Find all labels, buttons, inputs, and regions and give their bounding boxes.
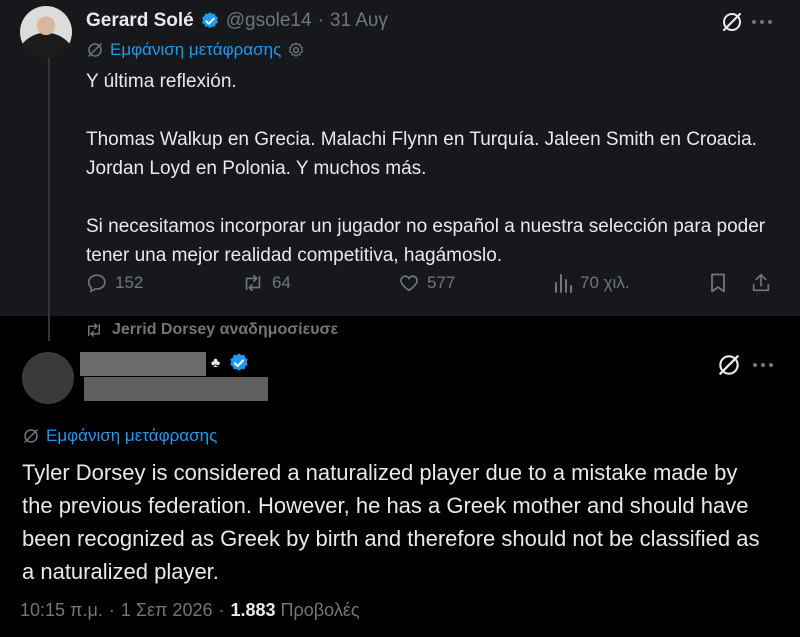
redacted-author-name[interactable]: [80, 352, 206, 376]
meta-separator: ·: [108, 600, 115, 620]
bookmark-button[interactable]: [708, 272, 728, 294]
views-meta[interactable]: 1.883 Προβολές: [230, 600, 359, 621]
like-count: 577: [427, 273, 456, 292]
tweet-body: Tyler Dorsey is considered a naturalized…: [22, 460, 766, 584]
name-suffix-symbol: ♣: [211, 354, 221, 370]
verified-badge-icon: [201, 12, 218, 29]
more-options-icon[interactable]: [748, 350, 778, 380]
reply-count: 152: [115, 273, 144, 292]
grok-icon[interactable]: [714, 350, 744, 380]
tweet-meta: 10:15 π.μ. · 1 Σεπ 2026 · 1.883 Προβολές: [20, 600, 360, 621]
views-count: 70 χιλ.: [580, 273, 630, 292]
repost-notice-text: Jerrid Dorsey αναδημοσίευσε: [112, 321, 339, 338]
verified-badge-icon: [230, 353, 248, 371]
repost-icon: [88, 323, 100, 337]
heart-icon: [400, 275, 418, 292]
share-button[interactable]: [750, 272, 772, 294]
translate-label: Εμφάνιση μετάφρασης: [110, 40, 282, 59]
grok-icon[interactable]: [718, 8, 746, 36]
settings-gear-icon[interactable]: [287, 41, 305, 59]
tweet-body: Y última reflexión. Thomas Walkup en Gre…: [86, 71, 766, 266]
bookmark-icon: [711, 273, 725, 293]
repost-icon: [245, 274, 261, 292]
repost-count: 64: [272, 273, 291, 292]
share-icon: [752, 273, 770, 292]
tweet-actions: 152 64 577 70 χιλ.: [86, 272, 776, 298]
header-separator: ·: [317, 10, 324, 31]
reply-icon: [87, 274, 106, 293]
repost-notice[interactable]: Jerrid Dorsey αναδημοσίευσε: [84, 321, 338, 339]
views-label: Προβολές: [280, 600, 360, 620]
avatar[interactable]: [22, 352, 74, 404]
tweet-date[interactable]: 31 Αυγ: [330, 10, 388, 32]
views-count: 1.883: [230, 600, 276, 620]
show-translation-link[interactable]: Εμφάνιση μετάφρασης: [22, 426, 217, 446]
more-options-icon[interactable]: [748, 8, 776, 36]
tweet-time[interactable]: 10:15 π.μ.: [20, 600, 103, 621]
thread-connector-line: [48, 56, 50, 341]
repost-button[interactable]: 64: [241, 272, 291, 294]
author-name[interactable]: Gerard Solé: [86, 10, 194, 32]
views-button[interactable]: 70 χιλ.: [553, 272, 630, 294]
redacted-author-handle[interactable]: [84, 377, 268, 401]
tweet-header: Gerard Solé @gsole14 · 31 Αυγ: [86, 7, 388, 35]
show-translation-link[interactable]: Εμφάνιση μετάφρασης: [86, 40, 305, 60]
translate-icon: [24, 429, 38, 443]
reply-button[interactable]: 152: [86, 272, 143, 294]
views-chart-icon: [555, 274, 572, 293]
like-button[interactable]: 577: [398, 272, 455, 294]
translate-label: Εμφάνιση μετάφρασης: [46, 426, 218, 445]
meta-separator: ·: [218, 600, 225, 620]
translate-icon: [88, 43, 102, 57]
avatar[interactable]: [20, 6, 72, 58]
author-handle[interactable]: @gsole14: [226, 10, 312, 32]
tweet-date[interactable]: 1 Σεπ 2026: [121, 600, 213, 621]
